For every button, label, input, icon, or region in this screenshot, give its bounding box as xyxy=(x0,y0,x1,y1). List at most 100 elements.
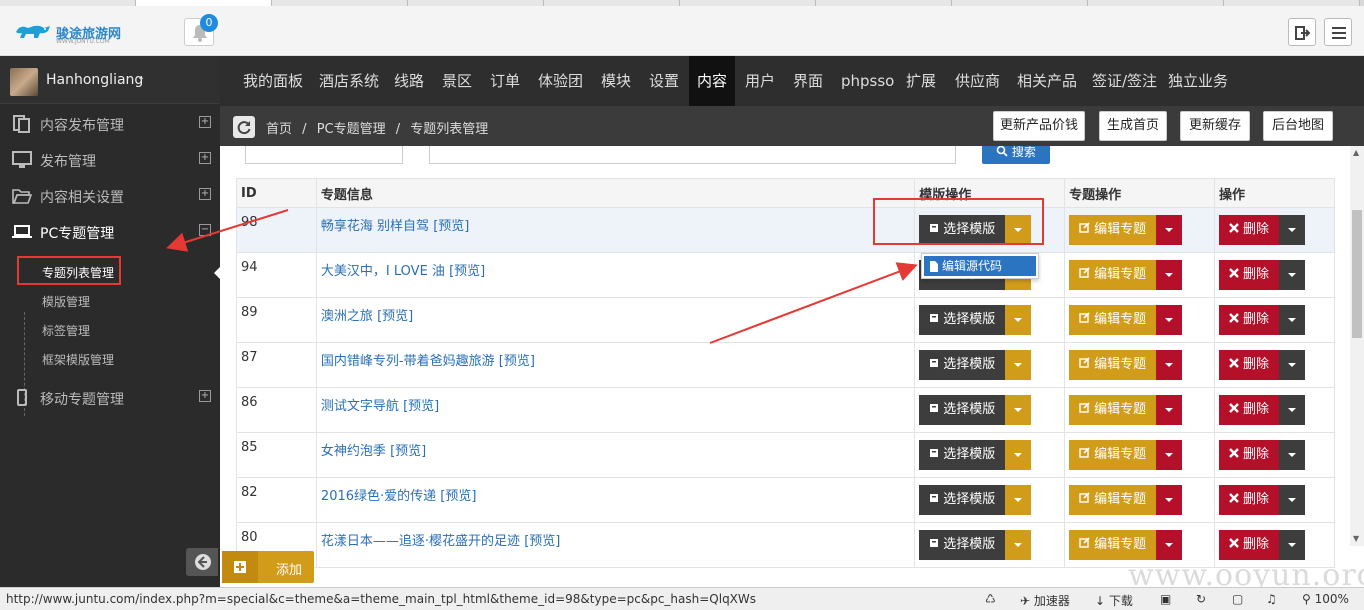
select-template-button[interactable]: 选择模版 xyxy=(919,305,1006,335)
update-price-button[interactable]: 更新产品价钱 xyxy=(993,111,1085,141)
update-cache-button[interactable]: 更新缓存 xyxy=(1180,111,1250,141)
special-title-link[interactable]: 大美汉中，I LOVE 油 xyxy=(321,264,445,279)
nav-routes[interactable]: 线路 xyxy=(386,56,432,106)
select-template-button[interactable]: 选择模版 xyxy=(919,395,1006,425)
window-icon[interactable]: ▢ xyxy=(1232,592,1243,606)
delete-button[interactable]: 删除 xyxy=(1219,395,1280,425)
nav-settings[interactable]: 设置 xyxy=(641,56,687,106)
edit-special-button[interactable]: 编辑专题 xyxy=(1069,305,1157,335)
edit-source-code-item[interactable]: 编辑源代码 xyxy=(924,256,1036,276)
preview-link[interactable]: [预览] xyxy=(440,489,476,504)
nav-users[interactable]: 用户 xyxy=(737,56,783,106)
delete-caret-button[interactable] xyxy=(1279,305,1306,335)
expand-icon[interactable]: + xyxy=(199,116,211,128)
sidebar-item-publish[interactable]: 发布管理 + xyxy=(0,142,220,178)
nav-experience[interactable]: 体验团 xyxy=(530,56,591,106)
edit-caret-button[interactable] xyxy=(1156,485,1183,515)
nav-modules[interactable]: 模块 xyxy=(593,56,639,106)
breadcrumb-pc-special[interactable]: PC专题管理 xyxy=(317,122,386,137)
template-caret-button[interactable] xyxy=(1005,485,1032,515)
delete-button[interactable]: 删除 xyxy=(1219,350,1280,380)
expand-icon[interactable]: + xyxy=(199,188,211,200)
scrollbar-thumb[interactable] xyxy=(1352,210,1362,338)
expand-icon[interactable]: + xyxy=(199,152,211,164)
preview-link[interactable]: [预览] xyxy=(403,399,439,414)
sidebar-item-pc-special[interactable]: PC专题管理 − xyxy=(0,214,220,250)
preview-link[interactable]: [预览] xyxy=(524,534,560,549)
template-caret-button[interactable] xyxy=(1005,440,1032,470)
search-button[interactable]: 搜索 xyxy=(982,146,1050,164)
delete-button[interactable]: 删除 xyxy=(1219,440,1280,470)
special-title-link[interactable]: 畅享花海 别样自驾 xyxy=(321,219,429,234)
sitemap-button[interactable]: 后台地图 xyxy=(1263,111,1333,141)
search-input-keyword[interactable] xyxy=(429,146,956,164)
share-icon[interactable]: ↻ xyxy=(1196,592,1206,606)
select-template-button[interactable]: 选择模版 xyxy=(919,440,1006,470)
edit-special-button[interactable]: 编辑专题 xyxy=(1069,260,1157,290)
sidebar-item-mobile-special[interactable]: 移动专题管理 + xyxy=(0,380,220,416)
edit-special-button[interactable]: 编辑专题 xyxy=(1069,395,1157,425)
preview-link[interactable]: [预览] xyxy=(433,219,469,234)
preview-link[interactable]: [预览] xyxy=(449,264,485,279)
edit-special-button[interactable]: 编辑专题 xyxy=(1069,350,1157,380)
layout-icon[interactable]: ▣ xyxy=(1160,592,1171,606)
menu-toggle-button[interactable] xyxy=(1324,18,1352,46)
delete-button[interactable]: 删除 xyxy=(1219,485,1280,515)
nav-content[interactable]: 内容 xyxy=(689,56,736,106)
delete-caret-button[interactable] xyxy=(1279,485,1306,515)
edit-caret-button[interactable] xyxy=(1156,260,1183,290)
delete-button[interactable]: 删除 xyxy=(1219,260,1280,290)
collapse-icon[interactable]: − xyxy=(199,224,211,236)
template-caret-button[interactable] xyxy=(1005,305,1032,335)
delete-caret-button[interactable] xyxy=(1279,440,1306,470)
nav-dashboard[interactable]: 我的面板 xyxy=(235,56,311,106)
nav-interface[interactable]: 界面 xyxy=(785,56,831,106)
security-icon[interactable]: ♺ xyxy=(985,592,996,606)
delete-caret-button[interactable] xyxy=(1279,395,1306,425)
special-title-link[interactable]: 女神约泡季 xyxy=(321,444,386,459)
breadcrumb-home[interactable]: 首页 xyxy=(266,122,292,137)
expand-icon[interactable]: + xyxy=(199,390,211,402)
edit-special-button[interactable]: 编辑专题 xyxy=(1069,485,1157,515)
subitem-frame-template[interactable]: 框架模版管理 xyxy=(42,351,114,368)
subitem-tags[interactable]: 标签管理 xyxy=(42,322,90,339)
vertical-scrollbar[interactable]: ▲ ▼ xyxy=(1350,146,1364,546)
nav-independent-business[interactable]: 独立业务 xyxy=(1160,56,1236,106)
delete-caret-button[interactable] xyxy=(1279,530,1306,560)
refresh-button[interactable] xyxy=(233,116,255,138)
select-template-button[interactable]: 选择模版 xyxy=(919,485,1006,515)
edit-caret-button[interactable] xyxy=(1156,440,1183,470)
template-caret-button[interactable] xyxy=(1005,530,1032,560)
nav-visa[interactable]: 签证/签注 xyxy=(1084,56,1165,106)
subitem-template[interactable]: 模版管理 xyxy=(42,293,90,310)
nav-orders[interactable]: 订单 xyxy=(482,56,528,106)
generate-home-button[interactable]: 生成首页 xyxy=(1099,111,1167,141)
delete-caret-button[interactable] xyxy=(1279,260,1306,290)
delete-button[interactable]: 删除 xyxy=(1219,530,1280,560)
preview-link[interactable]: [预览] xyxy=(499,354,535,369)
scroll-up-icon[interactable]: ▲ xyxy=(1353,148,1359,157)
volume-icon[interactable]: ♫ xyxy=(1266,592,1277,606)
download-button[interactable]: ↓ 下载 xyxy=(1095,592,1133,609)
edit-special-button[interactable]: 编辑专题 xyxy=(1069,530,1157,560)
edit-special-button[interactable]: 编辑专题 xyxy=(1069,440,1157,470)
special-title-link[interactable]: 2016绿色·爱的传递 xyxy=(321,489,436,504)
user-menu[interactable]: Hanhongliang ⌄ xyxy=(0,56,220,104)
sidebar-item-content-publish[interactable]: 内容发布管理 + xyxy=(0,106,220,142)
accelerator-button[interactable]: ✈ 加速器 xyxy=(1020,592,1070,609)
add-button[interactable]: 添加 xyxy=(222,551,314,583)
search-input-id[interactable] xyxy=(245,146,403,164)
nav-phpsso[interactable]: phpsso xyxy=(833,56,902,106)
special-title-link[interactable]: 测试文字导航 xyxy=(321,399,399,414)
delete-button[interactable]: 删除 xyxy=(1219,305,1280,335)
preview-link[interactable]: [预览] xyxy=(390,444,426,459)
select-template-button[interactable]: 选择模版 xyxy=(919,530,1006,560)
delete-button[interactable]: 删除 xyxy=(1219,215,1280,245)
nav-scenic[interactable]: 景区 xyxy=(434,56,480,106)
special-title-link[interactable]: 澳洲之旅 xyxy=(321,309,373,324)
logout-button[interactable] xyxy=(1288,18,1316,46)
nav-hotel[interactable]: 酒店系统 xyxy=(311,56,387,106)
delete-caret-button[interactable] xyxy=(1279,350,1306,380)
scroll-down-icon[interactable]: ▼ xyxy=(1353,534,1359,543)
edit-caret-button[interactable] xyxy=(1156,530,1183,560)
